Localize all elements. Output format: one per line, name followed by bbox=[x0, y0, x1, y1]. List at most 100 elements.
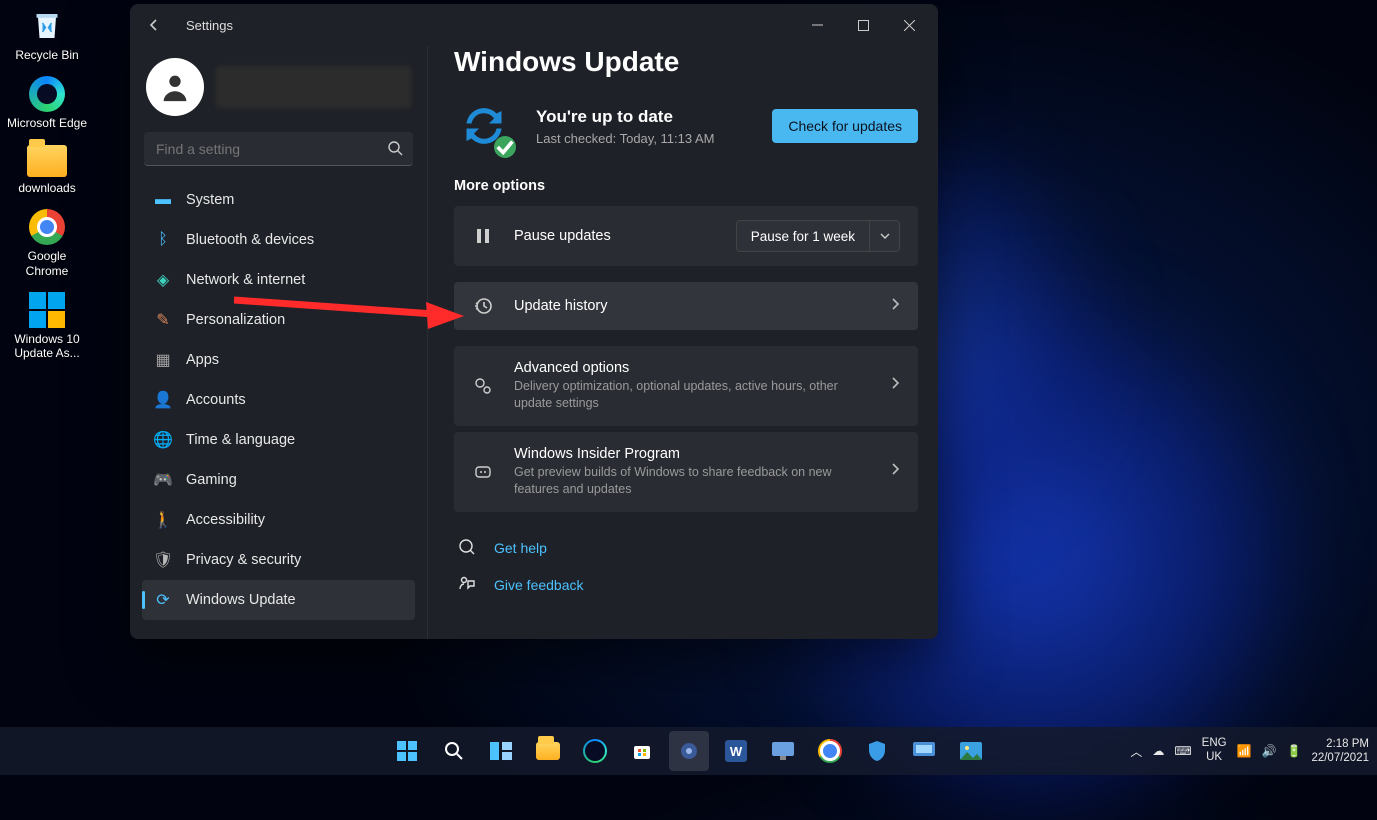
chevron-right-icon bbox=[890, 376, 900, 395]
store-icon bbox=[631, 740, 653, 762]
edge-icon bbox=[29, 76, 65, 112]
wifi-icon: ◈ bbox=[154, 270, 172, 290]
taskbar-word[interactable]: W bbox=[716, 731, 756, 771]
keyboard-icon[interactable]: ⌨ bbox=[1174, 744, 1191, 758]
pause-duration-select[interactable]: Pause for 1 week bbox=[736, 220, 900, 252]
shield-icon: 🛡 bbox=[154, 550, 172, 570]
nav-windows-update[interactable]: ⟳Windows Update bbox=[142, 580, 415, 620]
status-title: You're up to date bbox=[536, 107, 715, 127]
avatar-icon bbox=[146, 58, 204, 116]
advanced-options-card[interactable]: Advanced optionsDelivery optimization, o… bbox=[454, 346, 918, 426]
nav-system[interactable]: ▬System bbox=[142, 180, 415, 220]
taskbar-photos[interactable] bbox=[951, 731, 991, 771]
back-button[interactable] bbox=[140, 11, 168, 39]
taskbar-center: W bbox=[387, 731, 991, 771]
nav-apps[interactable]: ▦Apps bbox=[142, 340, 415, 380]
chevron-down-icon[interactable] bbox=[869, 221, 899, 251]
taskbar: W ︿ ☁ ⌨ ENGUK 📶 🔊 🔋 2:18 PM22/07/2021 bbox=[0, 727, 1377, 775]
nav-accounts[interactable]: 👤Accounts bbox=[142, 380, 415, 420]
give-feedback-link[interactable]: Give feedback bbox=[494, 577, 584, 593]
chrome-icon bbox=[29, 209, 65, 245]
taskbar-app2[interactable] bbox=[904, 731, 944, 771]
close-button[interactable] bbox=[886, 8, 932, 42]
globe-icon: 🌐 bbox=[154, 430, 172, 450]
update-status-row: You're up to date Last checked: Today, 1… bbox=[454, 96, 918, 156]
minimize-icon bbox=[812, 20, 823, 31]
insider-program-card[interactable]: Windows Insider ProgramGet preview build… bbox=[454, 432, 918, 512]
taskbar-app1[interactable] bbox=[763, 731, 803, 771]
minimize-button[interactable] bbox=[794, 8, 840, 42]
feedback-row: Give feedback bbox=[454, 567, 918, 604]
onedrive-icon[interactable]: ☁ bbox=[1152, 744, 1164, 758]
display-icon: ▬ bbox=[154, 191, 172, 209]
gear-icon bbox=[678, 740, 700, 762]
folder-icon bbox=[27, 145, 67, 177]
wifi-tray-icon[interactable]: 📶 bbox=[1237, 744, 1252, 758]
profile-info-redacted bbox=[216, 66, 411, 108]
search-icon bbox=[387, 140, 403, 161]
desktop-icon-chrome[interactable]: Google Chrome bbox=[4, 209, 90, 278]
taskbar-search[interactable] bbox=[434, 731, 474, 771]
history-icon bbox=[472, 296, 494, 316]
nav-network[interactable]: ◈Network & internet bbox=[142, 260, 415, 300]
chevron-right-icon bbox=[890, 297, 900, 316]
check-badge-icon bbox=[494, 136, 516, 158]
status-subtitle: Last checked: Today, 11:13 AM bbox=[536, 131, 715, 146]
nav-gaming[interactable]: 🎮Gaming bbox=[142, 460, 415, 500]
taskbar-settings[interactable] bbox=[669, 731, 709, 771]
language-indicator[interactable]: ENGUK bbox=[1202, 737, 1227, 765]
system-tray[interactable]: ︿ ☁ ⌨ bbox=[1130, 743, 1191, 760]
sidebar: ▬System ᛒBluetooth & devices ◈Network & … bbox=[130, 46, 428, 639]
accessibility-icon: 🚶 bbox=[154, 510, 172, 530]
help-icon bbox=[458, 538, 478, 559]
taskview-icon bbox=[490, 742, 512, 760]
insider-icon bbox=[472, 462, 494, 482]
desktop-icon-edge[interactable]: Microsoft Edge bbox=[4, 76, 90, 130]
start-button[interactable] bbox=[387, 731, 427, 771]
svg-text:W: W bbox=[729, 744, 742, 759]
search-icon bbox=[444, 741, 464, 761]
nav-bluetooth[interactable]: ᛒBluetooth & devices bbox=[142, 220, 415, 260]
windows-logo-icon bbox=[397, 741, 417, 761]
update-history-card[interactable]: Update history bbox=[454, 282, 918, 330]
get-help-link[interactable]: Get help bbox=[494, 540, 547, 556]
pause-updates-card: Pause updates Pause for 1 week bbox=[454, 206, 918, 266]
close-icon bbox=[904, 20, 915, 31]
gears-icon bbox=[472, 376, 494, 396]
desktop-icon-downloads[interactable]: downloads bbox=[4, 145, 90, 195]
arrow-left-icon bbox=[146, 17, 162, 33]
maximize-icon bbox=[858, 20, 869, 31]
desktop-icon-recycle-bin[interactable]: Recycle Bin bbox=[4, 8, 90, 62]
chrome-icon bbox=[818, 739, 842, 763]
taskbar-edge[interactable] bbox=[575, 731, 615, 771]
taskbar-security[interactable] bbox=[857, 731, 897, 771]
check-updates-button[interactable]: Check for updates bbox=[772, 109, 918, 143]
edge-icon bbox=[583, 739, 607, 763]
gamepad-icon: 🎮 bbox=[154, 470, 172, 490]
photos-icon bbox=[960, 742, 982, 760]
feedback-icon bbox=[458, 575, 478, 596]
chevron-up-icon[interactable]: ︿ bbox=[1130, 743, 1142, 760]
desktop-icon-update-assistant[interactable]: Windows 10 Update As... bbox=[4, 292, 90, 361]
battery-tray-icon[interactable]: 🔋 bbox=[1286, 744, 1301, 758]
taskbar-taskview[interactable] bbox=[481, 731, 521, 771]
nav-accessibility[interactable]: 🚶Accessibility bbox=[142, 500, 415, 540]
nav-list: ▬System ᛒBluetooth & devices ◈Network & … bbox=[142, 180, 415, 620]
nav-privacy[interactable]: 🛡Privacy & security bbox=[142, 540, 415, 580]
clock[interactable]: 2:18 PM22/07/2021 bbox=[1311, 737, 1369, 766]
profile-block[interactable] bbox=[142, 50, 415, 128]
taskbar-store[interactable] bbox=[622, 731, 662, 771]
nav-personalization[interactable]: ✎Personalization bbox=[142, 300, 415, 340]
more-options-label: More options bbox=[454, 178, 918, 194]
taskbar-right: ︿ ☁ ⌨ ENGUK 📶 🔊 🔋 2:18 PM22/07/2021 bbox=[1130, 737, 1369, 766]
windows-tile-icon bbox=[29, 292, 65, 328]
recycle-bin-icon bbox=[29, 8, 65, 44]
volume-tray-icon[interactable]: 🔊 bbox=[1262, 744, 1277, 758]
nav-time-language[interactable]: 🌐Time & language bbox=[142, 420, 415, 460]
taskbar-explorer[interactable] bbox=[528, 731, 568, 771]
taskbar-chrome[interactable] bbox=[810, 731, 850, 771]
apps-icon: ▦ bbox=[154, 350, 172, 370]
search-input[interactable] bbox=[144, 132, 413, 166]
display-icon bbox=[913, 742, 935, 760]
maximize-button[interactable] bbox=[840, 8, 886, 42]
